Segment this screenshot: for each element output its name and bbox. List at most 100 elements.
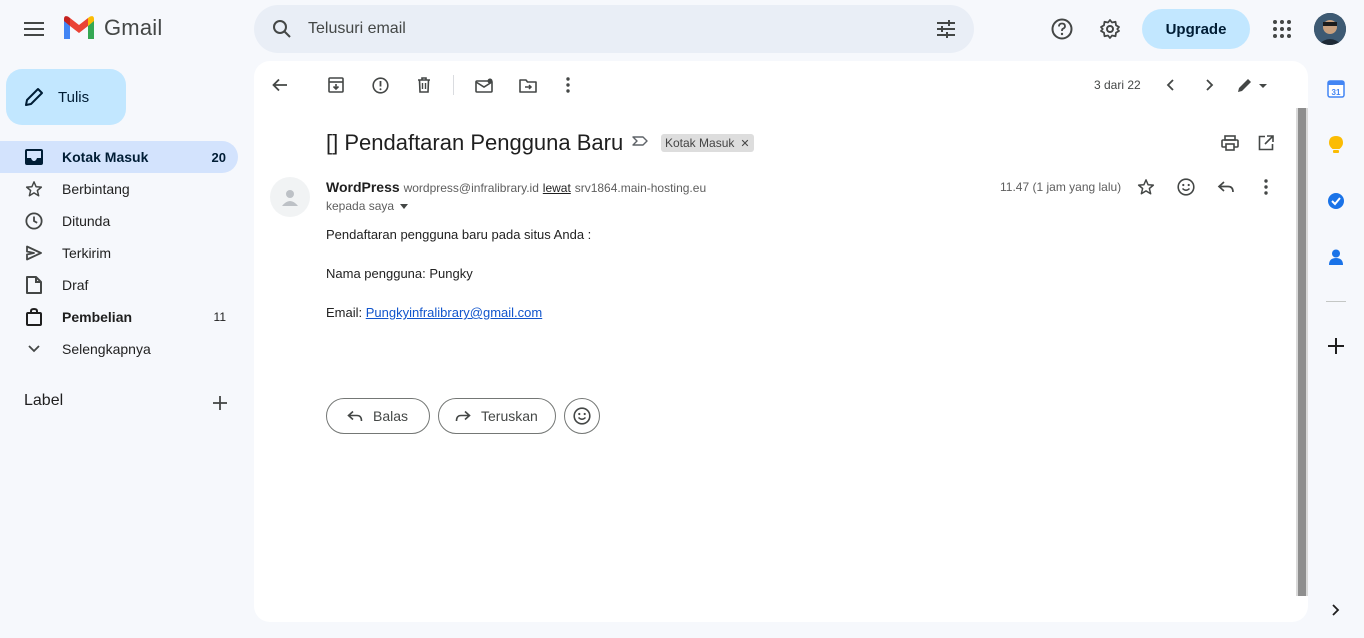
emoji-icon <box>572 406 592 426</box>
chevron-down-icon <box>24 339 44 359</box>
avatar[interactable] <box>1314 13 1346 45</box>
tune-icon[interactable] <box>930 13 962 45</box>
email-body-line: Pendaftaran pengguna baru pada situs And… <box>326 227 592 242</box>
sidebar-item-label: Ditunda <box>62 213 111 229</box>
sender-line: WordPress wordpress@infralibrary.id lewa… <box>326 179 706 195</box>
spam-icon[interactable] <box>364 69 396 101</box>
mark-unread-icon[interactable] <box>468 69 500 101</box>
draft-icon <box>24 275 44 295</box>
importance-icon[interactable] <box>632 134 650 152</box>
shopping-bag-icon <box>24 307 44 327</box>
recipient-text: kepada saya <box>326 199 395 213</box>
upgrade-button[interactable]: Upgrade <box>1142 9 1250 49</box>
label-chip-text: Kotak Masuk <box>665 136 735 150</box>
emoji-icon[interactable] <box>1170 171 1202 203</box>
reply-icon <box>345 406 365 426</box>
more-icon[interactable] <box>1250 171 1282 203</box>
unread-count: 11 <box>213 310 226 324</box>
add-icon[interactable] <box>1324 334 1348 358</box>
print-icon[interactable] <box>1214 127 1246 159</box>
compose-label: Tulis <box>58 88 90 106</box>
chevron-left-icon[interactable] <box>1154 69 1186 101</box>
sender-name: WordPress <box>326 179 400 195</box>
calendar-icon[interactable]: 31 <box>1324 77 1348 101</box>
more-icon[interactable] <box>552 69 584 101</box>
app-name: Gmail <box>104 15 163 40</box>
email-label-text: Email: <box>326 305 366 320</box>
settings-icon[interactable] <box>1090 9 1130 49</box>
move-icon[interactable] <box>512 69 544 101</box>
pagination-text: 3 dari 22 <box>1094 78 1141 92</box>
forward-icon <box>453 406 473 426</box>
contacts-icon[interactable] <box>1324 245 1348 269</box>
pencil-icon <box>25 88 43 106</box>
sender-email: wordpress@infralibrary.id <box>403 181 539 195</box>
open-new-window-icon[interactable] <box>1250 127 1282 159</box>
sidebar-item-inbox[interactable]: Kotak Masuk 20 <box>0 141 238 173</box>
gmail-logo-icon <box>64 16 94 39</box>
help-icon[interactable] <box>1042 9 1082 49</box>
emoji-reaction-button[interactable] <box>564 398 600 434</box>
email-body-line: Nama pengguna: Pungky <box>326 266 473 281</box>
sender-avatar <box>270 177 310 217</box>
sidebar-item-label: Terkirim <box>62 245 111 261</box>
caret-down-icon <box>400 203 409 209</box>
sidebar-item-label: Kotak Masuk <box>62 149 149 165</box>
add-label-icon[interactable] <box>208 391 232 415</box>
email-link[interactable]: Pungkyinfralibrary@gmail.com <box>366 305 542 320</box>
sidebar-item-snoozed[interactable]: Ditunda <box>0 205 238 237</box>
calendar-day: 31 <box>1332 88 1341 97</box>
unread-count: 20 <box>211 149 226 165</box>
forward-button[interactable]: Teruskan <box>438 398 556 434</box>
scrollbar-thumb[interactable] <box>1298 108 1306 596</box>
email-body-email-line: Email: Pungkyinfralibrary@gmail.com <box>326 305 542 320</box>
clock-icon <box>24 211 44 231</box>
delete-icon[interactable] <box>408 69 440 101</box>
labels-heading: Label <box>24 392 64 409</box>
sidebar-item-sent[interactable]: Terkirim <box>0 237 238 269</box>
search-bar <box>254 5 974 53</box>
remove-label-icon[interactable]: ✕ <box>740 137 749 150</box>
star-icon <box>24 179 44 199</box>
person-icon <box>282 190 298 206</box>
chevron-right-icon[interactable] <box>1324 598 1348 622</box>
reply-button[interactable]: Balas <box>326 398 430 434</box>
search-input[interactable] <box>308 17 908 41</box>
sidebar-item-label: Pembelian <box>62 309 133 325</box>
input-tools-icon[interactable] <box>1232 69 1276 101</box>
sidebar-item-drafts[interactable]: Draf <box>0 269 238 301</box>
archive-icon[interactable] <box>320 69 352 101</box>
email-subject: [] Pendaftaran Pengguna Baru <box>326 130 624 155</box>
apps-icon[interactable] <box>1262 9 1302 49</box>
keep-icon[interactable] <box>1324 133 1348 157</box>
menu-icon[interactable] <box>14 9 54 49</box>
recipient-line[interactable]: kepada saya <box>326 199 409 213</box>
send-icon <box>24 243 44 263</box>
scrollbar[interactable] <box>1296 108 1308 596</box>
compose-button[interactable]: Tulis <box>6 69 126 125</box>
sidebar-item-label: Berbintang <box>62 181 130 197</box>
chevron-right-icon[interactable] <box>1194 69 1226 101</box>
forward-label: Teruskan <box>481 408 538 424</box>
top-bar: Gmail Upgrade <box>0 0 1364 58</box>
sidebar-nav: Kotak Masuk 20 Berbintang Ditunda Terkir… <box>0 141 238 365</box>
reply-icon[interactable] <box>1210 171 1242 203</box>
sidebar-item-more[interactable]: Selengkapnya <box>0 333 238 365</box>
reply-label: Balas <box>373 408 409 424</box>
star-icon[interactable] <box>1130 171 1162 203</box>
sidebar-item-label: Selengkapnya <box>62 341 151 357</box>
email-time: 11.47 (1 jam yang lalu) <box>1000 180 1122 194</box>
tasks-icon[interactable] <box>1324 189 1348 213</box>
sidebar-item-starred[interactable]: Berbintang <box>0 173 238 205</box>
sidebar-item-purchases[interactable]: Pembelian 11 <box>0 301 238 333</box>
rail-divider <box>1326 301 1346 302</box>
sidebar-item-label: Draf <box>62 277 89 293</box>
back-icon[interactable] <box>264 69 296 101</box>
via-link[interactable]: lewat <box>543 181 571 195</box>
gmail-logo[interactable]: Gmail <box>62 15 162 41</box>
toolbar-divider <box>453 75 454 95</box>
search-icon[interactable] <box>266 13 298 45</box>
label-chip: Kotak Masuk ✕ <box>661 134 754 152</box>
inbox-icon <box>24 147 44 167</box>
via-host: srv1864.main-hosting.eu <box>574 181 707 195</box>
